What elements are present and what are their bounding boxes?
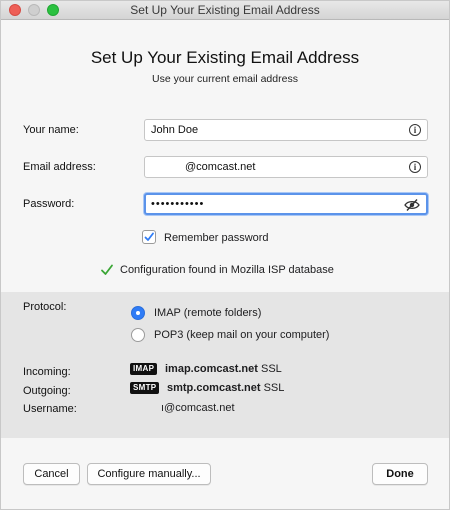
- outgoing-label: Outgoing:: [23, 385, 71, 397]
- imap-radio[interactable]: [131, 306, 145, 320]
- pop3-radio-label[interactable]: POP3 (keep mail on your computer): [154, 329, 329, 341]
- page-subtitle: Use your current email address: [152, 73, 298, 85]
- info-icon[interactable]: i: [409, 124, 421, 136]
- email-value: @comcast.net: [185, 161, 256, 173]
- incoming-host: imap.comcast.net: [165, 363, 258, 375]
- title-bar[interactable]: Set Up Your Existing Email Address: [1, 1, 449, 20]
- pop3-radio[interactable]: [131, 328, 145, 342]
- info-icon[interactable]: i: [409, 161, 421, 173]
- password-label: Password:: [23, 198, 75, 210]
- email-field[interactable]: @comcast.net i: [144, 156, 428, 178]
- outgoing-server: smtp.comcast.net SSL: [167, 382, 284, 394]
- outgoing-host: smtp.comcast.net: [167, 382, 261, 394]
- name-field[interactable]: John Doe i: [144, 119, 428, 141]
- name-label: Your name:: [23, 124, 79, 136]
- done-button[interactable]: Done: [372, 463, 428, 485]
- incoming-label: Incoming:: [23, 366, 71, 378]
- window-title: Set Up Your Existing Email Address: [130, 3, 320, 17]
- cancel-button[interactable]: Cancel: [23, 463, 80, 485]
- incoming-server: imap.comcast.net SSL: [165, 363, 282, 375]
- username-label: Username:: [23, 403, 77, 415]
- account-setup-window: Set Up Your Existing Email Address Set U…: [0, 0, 450, 510]
- page-title: Set Up Your Existing Email Address: [90, 48, 360, 67]
- checkmark-icon: [144, 232, 154, 241]
- success-check-icon: [101, 264, 113, 275]
- incoming-security: SSL: [260, 363, 282, 375]
- username-value: ı@comcast.net: [161, 402, 235, 414]
- email-label: Email address:: [23, 161, 96, 173]
- name-value: John Doe: [151, 124, 199, 136]
- remember-password-checkbox[interactable]: [142, 230, 156, 244]
- hide-password-icon[interactable]: [404, 198, 420, 212]
- outgoing-security: SSL: [263, 382, 285, 394]
- config-found-status: Configuration found in Mozilla ISP datab…: [120, 264, 334, 276]
- smtp-badge: SMTP: [130, 382, 160, 394]
- imap-radio-label[interactable]: IMAP (remote folders): [154, 307, 261, 319]
- remember-password-label[interactable]: Remember password: [164, 232, 269, 244]
- password-value: •••••••••••: [151, 198, 205, 210]
- imap-badge: IMAP: [130, 363, 158, 375]
- protocol-label: Protocol:: [23, 301, 67, 313]
- password-field[interactable]: •••••••••••: [144, 193, 428, 215]
- configure-manually-button[interactable]: Configure manually...: [87, 463, 211, 485]
